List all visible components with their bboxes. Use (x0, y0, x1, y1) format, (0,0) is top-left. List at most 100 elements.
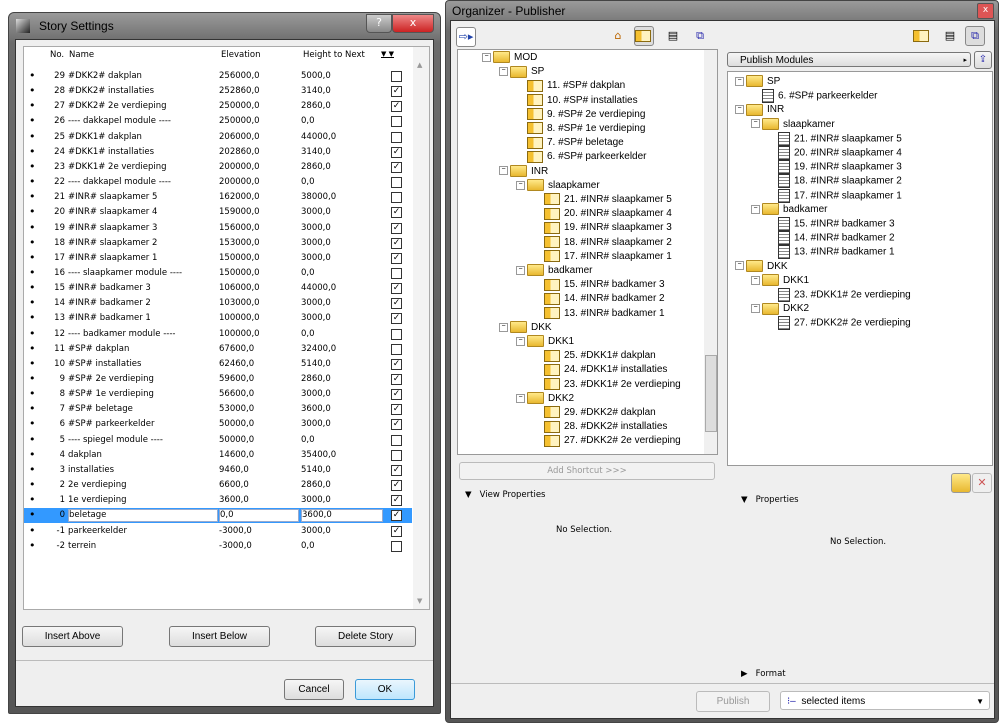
story-elevation[interactable]: 50000,0 (219, 435, 254, 445)
story-height[interactable]: 3000,0 (301, 207, 331, 217)
story-height[interactable]: 3000,0 (301, 238, 331, 248)
tree-item[interactable]: 19. #INR# slaapkamer 3 (767, 160, 902, 175)
show-on-sections-checkbox[interactable]: ✓ (391, 146, 402, 158)
story-row[interactable]: • 21 #INR# slaapkamer 5 162000,0 38000,0 (24, 190, 412, 205)
publish-button[interactable]: Publish (696, 691, 770, 712)
story-height[interactable]: 5140,0 (301, 465, 331, 475)
publish-set-options-button[interactable]: ⇪ (974, 51, 992, 69)
story-height[interactable]: 35400,0 (301, 450, 336, 460)
tree-item[interactable]: 15. #INR# badkamer 3 (767, 217, 895, 231)
story-height[interactable]: 2860,0 (301, 101, 331, 111)
story-elevation[interactable]: 153000,0 (219, 238, 260, 248)
story-height[interactable]: 3000,0 (301, 253, 331, 263)
story-elevation[interactable]: 0,0 (219, 509, 299, 523)
collapse-icon[interactable]: − (751, 304, 760, 314)
add-shortcut-button[interactable]: Add Shortcut >>> (459, 462, 715, 480)
view-properties-toggle[interactable]: ▼ View Properties (465, 490, 546, 500)
story-name[interactable]: #DKK1# installaties (68, 147, 154, 157)
tree-item[interactable]: 18. #INR# slaapkamer 2 (767, 174, 902, 189)
show-on-sections-checkbox[interactable] (391, 116, 402, 128)
show-on-sections-checkbox[interactable] (391, 71, 402, 82)
tree-item[interactable]: − DKK (499, 321, 552, 335)
tree-item[interactable]: 14. #INR# badkamer 2 (767, 231, 895, 246)
tree-item[interactable]: − DKK1 (516, 335, 574, 349)
story-height[interactable]: 3600,0 (301, 509, 383, 523)
story-elevation[interactable]: 59600,0 (219, 374, 254, 384)
tree-item[interactable]: 18. #INR# slaapkamer 2 (533, 235, 672, 250)
story-name[interactable]: ---- slaapkamer module ---- (68, 268, 182, 278)
collapse-icon[interactable]: − (499, 67, 508, 77)
story-name[interactable]: 1e verdieping (68, 495, 126, 505)
show-on-sections-checkbox[interactable]: ✓ (391, 510, 402, 522)
new-folder-icon[interactable] (951, 473, 971, 493)
tree-item[interactable]: 24. #DKK1# installaties (533, 363, 667, 377)
tree-item[interactable]: 20. #INR# slaapkamer 4 (533, 207, 672, 221)
tree-item[interactable]: 9. #SP# 2e verdieping (516, 108, 645, 122)
insert-above-button[interactable]: Insert Above (22, 626, 123, 647)
story-height[interactable]: 2860,0 (301, 480, 331, 490)
story-row[interactable]: • 1 1e verdieping 3600,0 3000,0 ✓ (24, 493, 412, 508)
story-row[interactable]: • 23 #DKK1# 2e verdieping 200000,0 2860,… (24, 160, 412, 175)
story-name[interactable]: terrein (68, 541, 96, 551)
show-on-sections-checkbox[interactable]: ✓ (391, 374, 402, 385)
story-elevation[interactable]: 200000,0 (219, 177, 260, 187)
ok-button[interactable]: OK (355, 679, 415, 700)
tree-item[interactable]: 7. #SP# beletage (516, 136, 624, 150)
show-on-sections-checkbox[interactable]: ✓ (391, 358, 402, 370)
view-map-icon[interactable] (634, 26, 654, 46)
story-row[interactable]: • 12 ---- badkamer module ---- 100000,0 … (24, 327, 412, 342)
show-on-sections-checkbox[interactable]: ✓ (391, 389, 402, 401)
tree-item[interactable]: 13. #INR# badkamer 1 (767, 245, 895, 260)
story-elevation[interactable]: 202860,0 (219, 147, 260, 157)
story-name[interactable]: #SP# dakplan (68, 344, 129, 354)
story-height[interactable]: 2860,0 (301, 374, 331, 384)
story-row[interactable]: • 4 dakplan 14600,0 35400,0 (24, 448, 412, 463)
story-elevation[interactable]: 100000,0 (219, 329, 260, 339)
story-name[interactable]: #INR# badkamer 2 (68, 298, 151, 308)
story-elevation[interactable]: 250000,0 (219, 116, 260, 126)
story-name[interactable]: #INR# slaapkamer 3 (68, 223, 157, 233)
scroll-up-icon[interactable]: ▲ (417, 61, 422, 69)
story-height[interactable]: 32400,0 (301, 344, 336, 354)
show-on-sections-checkbox[interactable]: ✓ (391, 222, 402, 234)
story-row[interactable]: • 19 #INR# slaapkamer 3 156000,0 3000,0 … (24, 221, 412, 236)
story-height[interactable]: 3600,0 (301, 404, 331, 414)
tree-item[interactable]: − DKK2 (516, 392, 574, 406)
col-header-name[interactable]: Name (69, 50, 94, 60)
story-name[interactable]: #INR# slaapkamer 2 (68, 238, 157, 248)
story-row[interactable]: • -2 terrein -3000,0 0,0 (24, 539, 412, 554)
story-height[interactable]: 38000,0 (301, 192, 336, 202)
show-on-sections-checkbox[interactable]: ✓ (391, 237, 402, 249)
story-row[interactable]: • 9 #SP# 2e verdieping 59600,0 2860,0 ✓ (24, 372, 412, 387)
scroll-down-icon[interactable]: ▼ (417, 597, 422, 605)
story-elevation[interactable]: 150000,0 (219, 268, 260, 278)
tree-item[interactable]: − DKK (735, 259, 788, 274)
tree-item[interactable]: − SP (735, 75, 780, 89)
story-name[interactable]: 2e verdieping (68, 480, 126, 490)
show-on-sections-checkbox[interactable]: ✓ (391, 298, 402, 310)
tree-item[interactable]: 6. #SP# parkeerkelder (516, 150, 647, 164)
story-height[interactable]: 3000,0 (301, 313, 331, 323)
story-height[interactable]: 44000,0 (301, 132, 336, 142)
help-button[interactable]: ? (366, 14, 392, 33)
story-elevation[interactable]: 100000,0 (219, 313, 260, 323)
collapse-icon[interactable]: − (735, 105, 744, 115)
view-map-icon-right[interactable] (913, 27, 931, 45)
collapse-icon[interactable]: − (499, 166, 508, 176)
story-name[interactable]: ---- spiegel module ---- (68, 435, 163, 445)
table-scrollbar[interactable]: ▲ ▼ (413, 47, 429, 609)
story-height[interactable]: 0,0 (301, 268, 315, 278)
tree-item[interactable]: 28. #DKK2# installaties (533, 420, 667, 434)
story-name[interactable]: #DKK2# dakplan (68, 71, 142, 81)
show-on-sections-checkbox[interactable] (391, 540, 402, 552)
story-height[interactable]: 3140,0 (301, 147, 331, 157)
story-name[interactable]: parkeerkelder (68, 526, 127, 536)
story-row[interactable]: • 25 #DKK1# dakplan 206000,0 44000,0 (24, 130, 412, 145)
story-row[interactable]: • 17 #INR# slaapkamer 1 150000,0 3000,0 … (24, 251, 412, 266)
show-on-sections-checkbox[interactable]: ✓ (391, 495, 402, 507)
left-tree-scrollbar[interactable] (704, 50, 717, 454)
story-elevation[interactable]: 62460,0 (219, 359, 254, 369)
tree-item[interactable]: − MOD (482, 51, 537, 65)
story-elevation[interactable]: 67600,0 (219, 344, 254, 354)
show-on-sections-checkbox[interactable]: ✓ (391, 252, 402, 264)
